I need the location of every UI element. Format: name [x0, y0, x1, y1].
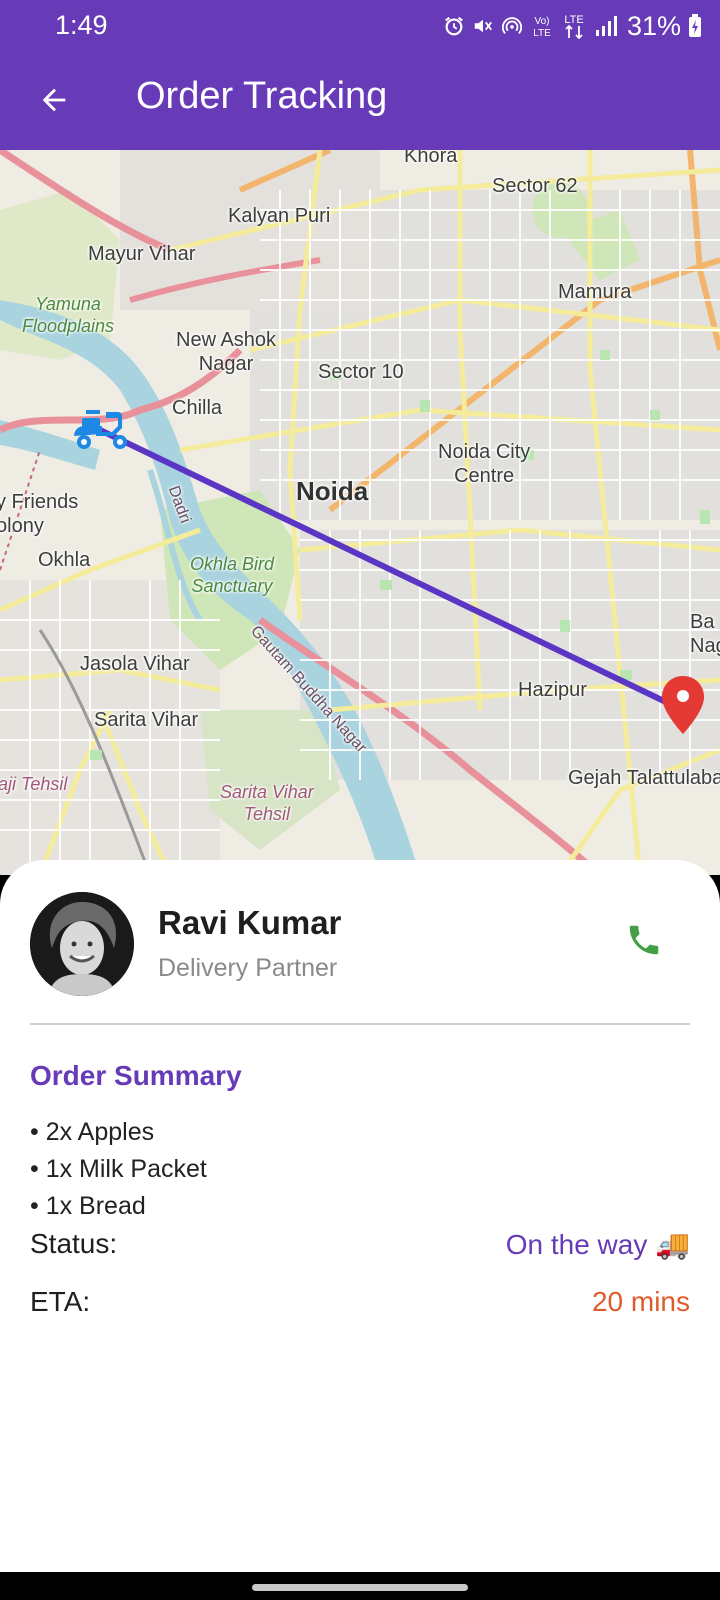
map-label-new-ashok-nagar: New Ashok Nagar — [176, 329, 277, 375]
map-label-sector62: Sector 62 — [492, 175, 578, 197]
list-item: • 1x Bread — [30, 1192, 146, 1220]
map-label-okhla-bird-sanctuary: Okhla Bird Sanctuary — [190, 554, 275, 596]
map-label-mayur-vihar: Mayur Vihar — [88, 243, 196, 265]
map-label-noida-city-centre: Noida City Centre — [438, 441, 531, 487]
map-label-sarita-vihar: Sarita Vihar — [94, 709, 199, 731]
phone-icon — [629, 925, 659, 955]
svg-text:LTE: LTE — [564, 14, 583, 26]
map-label-aji-tehsil: aji Tehsil — [0, 774, 68, 794]
map-label-ba-nag: Ba Nag — [690, 611, 720, 657]
volte-icon: Vo)LTE — [533, 16, 551, 39]
hotspot-icon — [501, 17, 523, 34]
app-bar: Order Tracking — [0, 52, 720, 150]
page-title: Order Tracking — [136, 75, 388, 117]
order-items-list: • 2x Apples • 1x Milk Packet • 1x Bread — [30, 1114, 207, 1225]
map-label-okhla: Okhla — [38, 549, 91, 571]
order-details-sheet: Ravi Kumar Delivery Partner Order Summar… — [0, 860, 720, 1572]
order-summary-title: Order Summary — [30, 1060, 242, 1091]
svg-text:Vo): Vo) — [534, 16, 549, 27]
mute-icon — [474, 19, 492, 33]
svg-text:LTE: LTE — [533, 28, 551, 39]
location-pin-icon[interactable] — [660, 674, 706, 736]
list-item: • 2x Apples — [30, 1118, 155, 1146]
call-button[interactable] — [614, 910, 674, 970]
status-time: 1:49 — [55, 10, 108, 40]
map-label-friends-colony: y Friends olony — [0, 491, 79, 537]
status-label: Status: — [30, 1228, 118, 1259]
map-label-jasola-vihar: Jasola Vihar — [80, 653, 190, 675]
map-label-khora: Khora — [404, 150, 458, 167]
eta-value: 20 mins — [591, 1286, 690, 1317]
navigation-bar — [0, 1572, 720, 1600]
arrow-back-icon — [42, 88, 66, 112]
alarm-icon — [445, 16, 463, 36]
avatar — [30, 892, 134, 996]
list-item: • 1x Milk Packet — [30, 1155, 207, 1183]
map-label-noida: Noida — [296, 476, 369, 506]
map-label-sector10: Sector 10 — [318, 361, 404, 383]
partner-photo — [30, 892, 134, 996]
back-button[interactable] — [24, 70, 84, 130]
map-view[interactable]: Khora Sector 62 Kalyan Puri Mayur Vihar … — [0, 150, 720, 875]
eta-label: ETA: — [30, 1286, 91, 1317]
map-label-hazipur: Hazipur — [518, 679, 587, 701]
divider — [30, 1023, 690, 1025]
battery-icon — [689, 14, 701, 37]
partner-role: Delivery Partner — [158, 954, 338, 982]
partner-name: Ravi Kumar — [158, 904, 342, 941]
map-label-chilla: Chilla — [172, 397, 223, 419]
map-label-yamuna-floodplains: Yamuna Floodplains — [22, 294, 115, 336]
signal-icon — [595, 16, 617, 36]
home-gesture-handle[interactable] — [252, 1584, 468, 1591]
status-bar: 1:49 Vo) LTE LTE 31% — [0, 0, 720, 52]
lte-icon: LTE — [564, 14, 584, 40]
map-label-sarita-vihar-tehsil: Sarita Vihar Tehsil — [220, 782, 314, 824]
map-label-kalyan-puri: Kalyan Puri — [228, 205, 331, 227]
map-label-gejah-talattulaba: Gejah Talattulaba — [568, 767, 720, 789]
status-icons: Vo) LTE LTE 31% — [443, 8, 702, 44]
battery-percentage: 31% — [626, 10, 681, 41]
delivery-scooter-icon[interactable] — [72, 406, 132, 452]
map-label-mamura: Mamura — [558, 281, 632, 303]
status-value: On the way 🚚 — [505, 1229, 690, 1260]
